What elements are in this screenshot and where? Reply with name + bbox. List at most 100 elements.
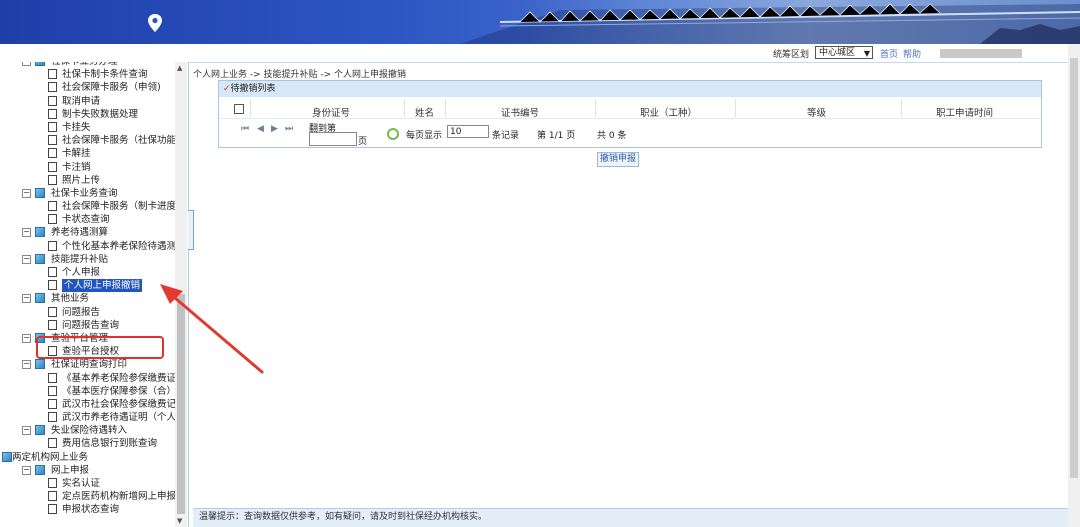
sidebar-item[interactable]: 实名认证 (0, 477, 176, 490)
sidebar-item-label: 定点医药机构新增网上申报 (62, 491, 177, 503)
sidebar-item[interactable]: 费用信息银行到账查询 (0, 437, 176, 450)
sidebar-group[interactable]: 两定机构网上业务 (0, 451, 176, 464)
document-icon (48, 148, 57, 159)
sidebar-item[interactable]: 社保卡制卡条件查询 (0, 68, 176, 81)
sidebar-item[interactable]: 卡注销 (0, 161, 176, 174)
sidebar-group[interactable]: − 养老待遇测算 (0, 226, 176, 239)
collapse-toggle-icon[interactable]: − (22, 294, 31, 304)
sidebar-item[interactable]: 个性化基本养老保险待遇测 (0, 240, 176, 253)
collapse-toggle-icon[interactable]: − (22, 254, 31, 264)
first-page-icon[interactable]: ⏮ (241, 124, 249, 134)
sidebar-item-label: 取消申请 (62, 95, 101, 107)
column-id-number: 身份证号 (312, 108, 351, 119)
header-banner (0, 0, 1080, 44)
document-icon (48, 161, 57, 172)
sidebar-item[interactable]: 《基本医疗保障参保（合） (0, 385, 176, 398)
page-scrollbar-thumb[interactable] (1070, 58, 1078, 478)
sidebar-group[interactable]: − 其他业务 (0, 292, 176, 305)
scroll-down-icon[interactable]: ▼ (177, 517, 182, 525)
sidebar-item[interactable]: 卡挂失 (0, 121, 176, 134)
sidebar-item[interactable]: 社会保障卡服务（制卡进度 (0, 200, 176, 213)
collapse-toggle-icon[interactable]: − (22, 360, 31, 370)
document-icon (48, 319, 57, 330)
sidebar-item[interactable]: 武汉市社会保险参保缴费记 (0, 398, 176, 411)
sidebar-item-label: 卡解挂 (62, 148, 91, 160)
sidebar-item[interactable]: 问题报告查询 (0, 319, 176, 332)
sidebar-item[interactable]: 《基本养老保险参保缴费证 (0, 372, 176, 385)
home-link[interactable]: 首页 (880, 47, 898, 60)
sidebar-item[interactable]: 取消申请 (0, 95, 176, 108)
sidebar-item[interactable]: 照片上传 (0, 174, 176, 187)
sidebar-item-label: 网上申报 (51, 464, 90, 476)
collapse-toggle-icon[interactable]: − (22, 188, 31, 198)
sidebar-item-label: 个性化基本养老保险待遇测 (62, 240, 177, 252)
sidebar-group[interactable]: − 社保证明查询打印 (0, 358, 176, 371)
document-icon (48, 214, 57, 225)
collapse-toggle-icon[interactable]: − (22, 62, 31, 66)
sidebar-item-label: 个人网上申报撤销 (62, 279, 143, 293)
sidebar-item-label: 社保证明查询打印 (51, 359, 128, 371)
document-icon (48, 478, 57, 488)
sidebar-item-label: 制卡失败数据处理 (62, 108, 139, 120)
sidebar-collapse-handle[interactable] (188, 210, 194, 250)
district-select[interactable]: 中心城区 ▼ (815, 46, 873, 59)
sidebar-scrollbar[interactable]: ▲ ▼ (175, 62, 187, 527)
sidebar-item[interactable]: 卡状态查询 (0, 213, 176, 226)
sidebar-group[interactable]: − 网上申报 (0, 464, 176, 477)
tree-list: − 社保卡业务办理社保卡制卡条件查询社会保障卡服务（申领)取消申请制卡失败数据处理… (0, 62, 176, 517)
sidebar-item[interactable]: 武汉市养老待遇证明（个人 (0, 411, 176, 424)
sidebar-item-label: 武汉市养老待遇证明（个人 (62, 412, 177, 424)
sidebar-item-label: 实名认证 (62, 478, 101, 489)
prev-page-icon[interactable]: ◀ (257, 124, 264, 134)
pager: ⏮ ◀ ▶ ⏭ 翻到第 页 每页显示 10 条记录 第 1/1 页 共 0 条 (219, 118, 1041, 147)
breadcrumb: 个人网上业务 -> 技能提升补贴 -> 个人网上申报撤销 (193, 70, 407, 80)
highlight-annotation-box (36, 336, 164, 359)
sidebar-item-label: 卡挂失 (62, 121, 91, 133)
district-label: 统筹区划 (773, 50, 810, 60)
collapse-toggle-icon[interactable]: − (22, 465, 31, 475)
checkmark-icon: ✓ (223, 84, 231, 94)
sidebar-item-label: 社保卡业务查询 (51, 187, 118, 199)
document-icon (48, 121, 57, 132)
per-page-label: 每页显示 (406, 131, 443, 141)
help-link[interactable]: 帮助 (903, 47, 921, 60)
sidebar-item[interactable]: 问题报告 (0, 306, 176, 319)
sidebar-tree: − 社保卡业务办理社保卡制卡条件查询社会保障卡服务（申领)取消申请制卡失败数据处理… (0, 62, 189, 527)
user-info-redacted (940, 49, 1022, 58)
document-icon (48, 385, 57, 396)
sidebar-group[interactable]: − 失业保险待遇转入 (0, 424, 176, 437)
collapse-toggle-icon[interactable]: − (22, 426, 31, 436)
sidebar-item-label: 卡注销 (62, 161, 91, 173)
sidebar-item[interactable]: 制卡失败数据处理 (0, 108, 176, 121)
sidebar-group[interactable]: − 技能提升补贴 (0, 253, 176, 266)
document-icon (48, 108, 57, 119)
top-bar: 统筹区划 中心城区 ▼ 首页 帮助 (0, 44, 1068, 63)
sidebar-item[interactable]: 卡解挂 (0, 147, 176, 160)
sidebar-item[interactable]: 定点医药机构新增网上申报 (0, 490, 176, 503)
scroll-up-icon[interactable]: ▲ (177, 64, 182, 72)
document-icon (48, 398, 57, 409)
last-page-icon[interactable]: ⏭ (285, 124, 293, 134)
next-page-icon[interactable]: ▶ (271, 124, 278, 134)
sidebar-item-label: 养老待遇测算 (51, 227, 109, 239)
sidebar-item[interactable]: 社会保障卡服务（申领) (0, 81, 176, 94)
goto-page-input[interactable] (309, 132, 357, 146)
footer-tip: 温馨提示：查询数据仅供参考，如有疑问，请及时到社保经办机构核实。 (193, 508, 1068, 527)
sidebar-scrollbar-thumb[interactable] (177, 294, 185, 514)
refresh-icon[interactable] (387, 128, 399, 140)
column-divider (595, 99, 596, 117)
document-icon (48, 82, 57, 93)
sidebar-group[interactable]: − 社保卡业务查询 (0, 187, 176, 200)
sidebar-item[interactable]: 社会保障卡服务（社保功能 (0, 134, 176, 147)
page-scrollbar[interactable] (1068, 44, 1080, 527)
sidebar-item-label: 卡状态查询 (62, 214, 110, 226)
collapse-toggle-icon[interactable]: − (22, 228, 31, 238)
cancel-declaration-button[interactable]: 撤销申报 (597, 152, 640, 167)
sidebar-item[interactable]: 申报状态查询 (0, 503, 176, 516)
per-page-input[interactable]: 10 (447, 125, 489, 138)
sidebar-item[interactable]: 个人申报 (0, 266, 176, 279)
sidebar-item[interactable]: 个人网上申报撤销 (0, 279, 176, 293)
sidebar-item-label: 个人申报 (62, 267, 101, 278)
document-icon (48, 174, 57, 185)
collapse-toggle-icon[interactable]: − (22, 333, 31, 343)
